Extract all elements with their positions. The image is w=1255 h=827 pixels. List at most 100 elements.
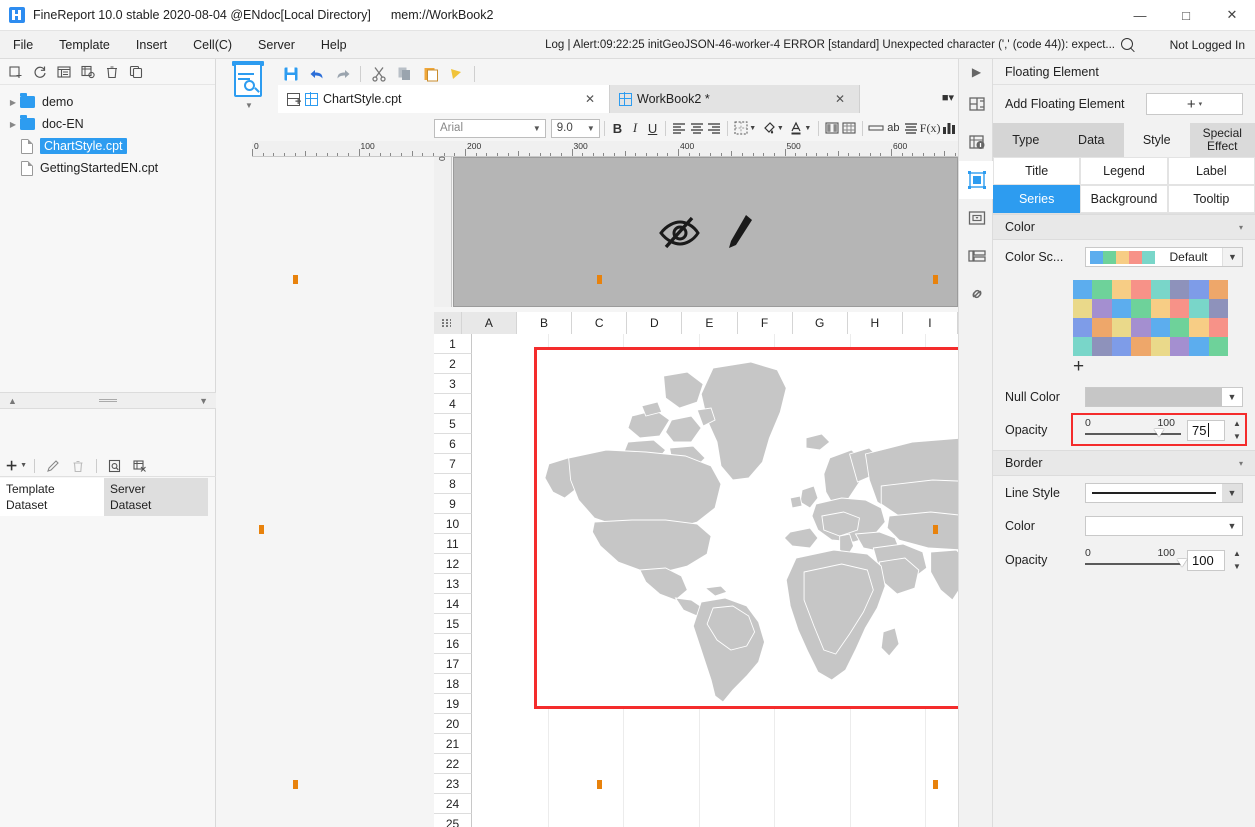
color-section-header[interactable]: Color ▾ — [993, 214, 1255, 240]
column-header-d[interactable]: D — [627, 312, 683, 334]
palette-swatch[interactable] — [1169, 280, 1190, 299]
palette-swatch[interactable] — [1150, 318, 1170, 337]
palette-swatch[interactable] — [1073, 318, 1093, 337]
delete-icon[interactable] — [67, 456, 89, 476]
row-header-10[interactable]: 10 — [434, 514, 472, 534]
stepper-down-icon[interactable]: ▼ — [1233, 432, 1241, 441]
slider-track[interactable] — [1085, 433, 1181, 435]
magnifier-icon[interactable] — [1121, 38, 1135, 52]
row-header-12[interactable]: 12 — [434, 554, 472, 574]
series-opacity-slider[interactable]: 0 100 — [1085, 417, 1181, 443]
palette-swatch[interactable] — [1111, 299, 1132, 318]
column-header-f[interactable]: F — [737, 312, 793, 334]
tree-node-demo[interactable]: ▶ demo — [0, 91, 215, 113]
color-palette-grid[interactable] — [1073, 280, 1228, 356]
page-header-area[interactable] — [453, 157, 958, 307]
insert-row-icon[interactable] — [867, 117, 885, 139]
palette-swatch[interactable] — [1150, 280, 1170, 299]
chart-icon[interactable] — [940, 117, 958, 139]
align-right-icon[interactable] — [705, 117, 723, 139]
row-header-5[interactable]: 5 — [434, 414, 472, 434]
italic-button[interactable]: I — [626, 117, 644, 139]
palette-swatch[interactable] — [1189, 318, 1209, 337]
palette-swatch[interactable] — [1111, 337, 1132, 356]
row-header-21[interactable]: 21 — [434, 734, 472, 754]
border-color-select[interactable]: ▼ — [1085, 516, 1243, 536]
menu-item-file[interactable]: File — [0, 31, 46, 59]
palette-swatch[interactable] — [1092, 337, 1112, 356]
tab-style[interactable]: Style — [1124, 123, 1190, 157]
row-header-3[interactable]: 3 — [434, 374, 472, 394]
font-size-select[interactable]: 9.0 ▼ — [550, 118, 600, 138]
font-name-select[interactable]: Arial ▼ — [434, 118, 546, 138]
edit-dataset-icon[interactable] — [129, 456, 151, 476]
settings-icon[interactable] — [77, 62, 99, 82]
document-tab-chartstyle[interactable]: ChartStyle.cpt ✕ — [278, 85, 610, 113]
row-header-14[interactable]: 14 — [434, 594, 472, 614]
document-tab-workbook2[interactable]: WorkBook2 * ✕ — [610, 85, 860, 113]
delete-icon[interactable] — [101, 62, 123, 82]
row-header-18[interactable]: 18 — [434, 674, 472, 694]
row-header-7[interactable]: 7 — [434, 454, 472, 474]
subtab-label[interactable]: Label — [1167, 157, 1255, 185]
cell-attribute-icon[interactable] — [959, 123, 994, 161]
row-header-4[interactable]: 4 — [434, 394, 472, 414]
column-header-b[interactable]: B — [517, 312, 573, 334]
palette-swatch[interactable] — [1073, 280, 1093, 299]
palette-swatch[interactable] — [1111, 280, 1132, 299]
chevron-down-icon[interactable]: ▼ — [1222, 248, 1242, 266]
tree-node-chartstyle[interactable]: ChartStyle.cpt — [0, 135, 215, 157]
subtab-background[interactable]: Background — [1080, 185, 1168, 213]
row-header-1[interactable]: 1 — [434, 334, 472, 354]
column-header-e[interactable]: E — [682, 312, 738, 334]
palette-swatch[interactable] — [1092, 318, 1112, 337]
hyperlink-icon[interactable] — [959, 275, 994, 313]
palette-swatch[interactable] — [1111, 318, 1132, 337]
splitter-grip[interactable] — [99, 399, 117, 402]
palette-swatch[interactable] — [1073, 337, 1093, 356]
widget-settings-icon[interactable] — [959, 199, 994, 237]
row-header-9[interactable]: 9 — [434, 494, 472, 514]
palette-swatch[interactable] — [1092, 280, 1112, 299]
bold-button[interactable]: B — [609, 117, 627, 139]
subtab-series[interactable]: Series — [993, 185, 1081, 213]
menu-item-template[interactable]: Template — [46, 31, 123, 59]
stepper-up-icon[interactable]: ▲ — [1233, 549, 1241, 558]
undo-icon[interactable] — [304, 62, 329, 86]
palette-swatch[interactable] — [1208, 318, 1228, 337]
collapse-arrow-icon[interactable]: ▶ — [959, 59, 994, 85]
column-header-g[interactable]: G — [792, 312, 848, 334]
report-icon[interactable] — [53, 62, 75, 82]
series-opacity-stepper[interactable]: ▲ ▼ — [1231, 419, 1243, 441]
add-color-button[interactable]: + — [1073, 356, 1255, 376]
palette-swatch[interactable] — [1131, 337, 1151, 356]
slider-knob[interactable] — [1177, 559, 1188, 567]
column-header-c[interactable]: C — [572, 312, 628, 334]
row-header-24[interactable]: 24 — [434, 794, 472, 814]
tab-data[interactable]: Data — [1058, 123, 1124, 157]
chevron-down-icon[interactable]: ▼ — [749, 125, 756, 132]
chevron-down-icon[interactable]: ▾ — [1239, 459, 1243, 468]
tree-node-gettingstarted[interactable]: GettingStartedEN.cpt — [0, 157, 215, 179]
border-opacity-control[interactable]: 0 100 100 ▲ ▼ — [1085, 547, 1243, 573]
slider-track[interactable] — [1085, 563, 1181, 565]
preview-icon[interactable] — [104, 456, 126, 476]
list-icon[interactable] — [902, 117, 920, 139]
close-tab-icon[interactable]: ✕ — [835, 92, 845, 106]
menu-item-insert[interactable]: Insert — [123, 31, 180, 59]
row-header-13[interactable]: 13 — [434, 574, 472, 594]
menu-item-server[interactable]: Server — [245, 31, 308, 59]
font-color-icon[interactable] — [787, 117, 805, 139]
palette-swatch[interactable] — [1208, 299, 1228, 318]
chevron-down-icon[interactable]: ▼ — [245, 101, 253, 110]
refresh-icon[interactable] — [29, 62, 51, 82]
palette-swatch[interactable] — [1208, 337, 1228, 356]
login-status[interactable]: Not Logged In — [1170, 31, 1245, 59]
chevron-down-icon[interactable]: ▼ — [777, 125, 784, 132]
format-painter-icon[interactable] — [444, 62, 469, 86]
row-header-11[interactable]: 11 — [434, 534, 472, 554]
edit-icon[interactable] — [42, 456, 64, 476]
row-header-19[interactable]: 19 — [434, 694, 472, 714]
menu-item-help[interactable]: Help — [308, 31, 360, 59]
subtab-title[interactable]: Title — [993, 157, 1081, 185]
